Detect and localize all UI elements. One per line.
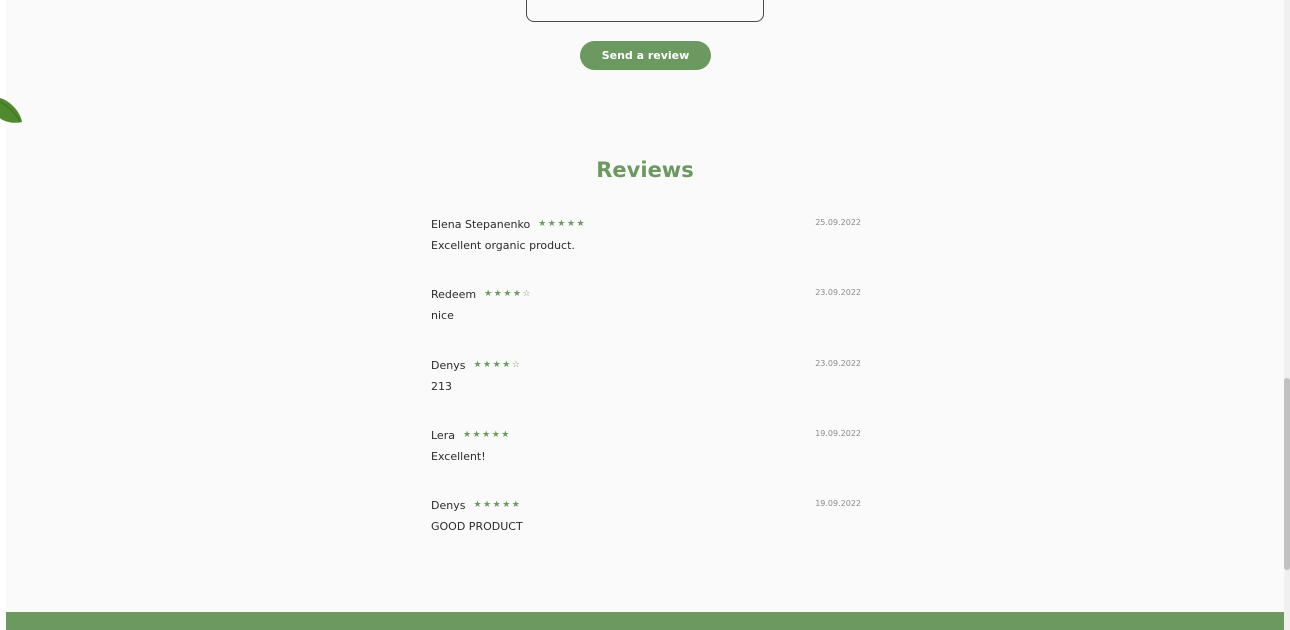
leaf-icon bbox=[0, 98, 22, 123]
star-filled-icon: ★ bbox=[538, 218, 547, 229]
review-date: 25.09.2022 bbox=[815, 218, 861, 227]
star-filled-icon: ★ bbox=[473, 359, 482, 370]
review-item: Denys ★ ★ ★ ★ ★ 19.09.2022 GOOD PRODUCT bbox=[431, 497, 861, 547]
review-date: 19.09.2022 bbox=[815, 429, 861, 438]
review-item: Denys ★ ★ ★ ★ ☆ 23.09.2022 213 bbox=[431, 357, 861, 407]
review-text: Excellent! bbox=[431, 450, 486, 463]
review-date: 23.09.2022 bbox=[815, 288, 861, 297]
star-filled-icon: ★ bbox=[503, 288, 512, 299]
star-filled-icon: ★ bbox=[502, 499, 511, 510]
star-filled-icon: ★ bbox=[511, 499, 520, 510]
review-header: Lera ★ ★ ★ ★ ★ bbox=[431, 427, 511, 443]
star-filled-icon: ★ bbox=[491, 429, 500, 440]
star-filled-icon: ★ bbox=[566, 218, 576, 229]
review-date: 19.09.2022 bbox=[815, 499, 861, 508]
star-empty-icon: ☆ bbox=[522, 288, 531, 299]
rating-stars: ★ ★ ★ ★ ☆ bbox=[473, 359, 521, 370]
star-filled-icon: ★ bbox=[557, 218, 566, 229]
star-filled-icon: ★ bbox=[484, 288, 493, 299]
page: Send a review Reviews Elena Stepanenko ★ ★… bbox=[0, 0, 1290, 630]
review-text: nice bbox=[431, 309, 454, 322]
star-filled-icon: ★ bbox=[482, 429, 491, 440]
review-header: Elena Stepanenko ★ ★ ★ ★ ★ bbox=[431, 216, 586, 232]
star-filled-icon: ★ bbox=[473, 499, 482, 510]
star-filled-icon: ★ bbox=[483, 499, 492, 510]
star-filled-icon: ★ bbox=[483, 359, 492, 370]
review-textarea[interactable] bbox=[526, 0, 764, 22]
star-empty-icon: ☆ bbox=[511, 359, 520, 370]
review-date: 23.09.2022 bbox=[815, 359, 861, 368]
scrollbar-thumb[interactable] bbox=[1284, 378, 1290, 570]
star-filled-icon: ★ bbox=[472, 429, 481, 440]
review-author: Elena Stepanenko bbox=[431, 217, 531, 231]
star-filled-icon: ★ bbox=[502, 359, 511, 370]
rating-stars: ★ ★ ★ ★ ☆ bbox=[484, 288, 532, 299]
rating-stars: ★ ★ ★ ★ ★ bbox=[473, 499, 521, 510]
footer-bar bbox=[6, 612, 1284, 630]
star-filled-icon: ★ bbox=[462, 429, 472, 440]
send-review-button[interactable]: Send a review bbox=[580, 41, 711, 70]
review-header: Denys ★ ★ ★ ★ ☆ bbox=[431, 357, 521, 373]
star-filled-icon: ★ bbox=[512, 288, 521, 299]
review-item: Elena Stepanenko ★ ★ ★ ★ ★ 25.09.2022 Excellent… bbox=[431, 216, 861, 266]
star-filled-icon: ★ bbox=[501, 429, 510, 440]
star-filled-icon: ★ bbox=[492, 359, 501, 370]
rating-stars: ★ ★ ★ ★ ★ bbox=[538, 218, 586, 229]
star-filled-icon: ★ bbox=[492, 499, 501, 510]
review-author: Denys bbox=[431, 358, 466, 372]
review-author: Lera bbox=[431, 428, 455, 442]
star-filled-icon: ★ bbox=[576, 218, 585, 229]
review-item: Redeem ★ ★ ★ ★ ☆ 23.09.2022 nice bbox=[431, 286, 861, 336]
rating-stars: ★ ★ ★ ★ ★ bbox=[462, 429, 511, 440]
review-item: Lera ★ ★ ★ ★ ★ 19.09.2022 Excellent! bbox=[431, 427, 861, 477]
review-author: Denys bbox=[431, 498, 466, 512]
review-text: Excellent organic product. bbox=[431, 239, 575, 252]
review-text: GOOD PRODUCT bbox=[431, 520, 523, 533]
review-text: 213 bbox=[431, 380, 452, 393]
star-filled-icon: ★ bbox=[493, 288, 502, 299]
review-author: Redeem bbox=[431, 287, 477, 301]
reviews-title: Reviews bbox=[596, 158, 694, 182]
review-header: Redeem ★ ★ ★ ★ ☆ bbox=[431, 286, 532, 302]
star-filled-icon: ★ bbox=[547, 218, 556, 229]
review-header: Denys ★ ★ ★ ★ ★ bbox=[431, 497, 521, 513]
